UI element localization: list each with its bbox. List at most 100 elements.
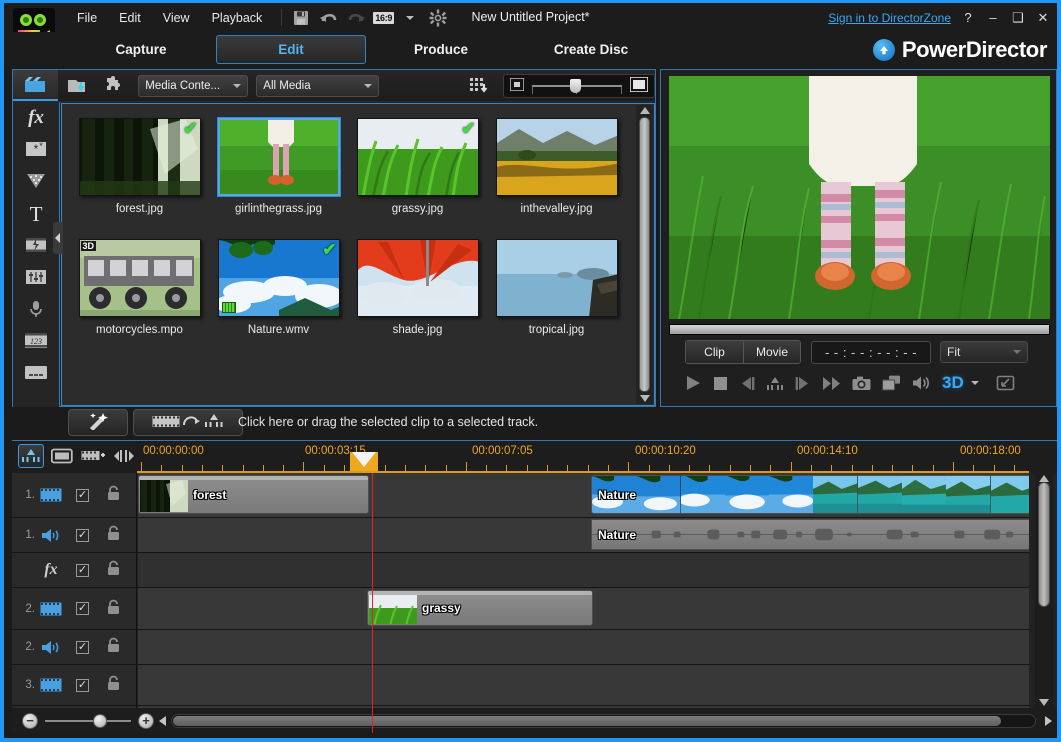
media-item-girlinthegrass[interactable]: girlinthegrass.jpg [209, 112, 348, 215]
thumbnail[interactable] [357, 239, 479, 317]
minimize-button[interactable]: – [985, 10, 1001, 25]
thumbnail[interactable] [218, 118, 340, 196]
media-item-forest[interactable]: ✔ forest.jpg [70, 112, 209, 215]
track-body[interactable]: grassy [138, 588, 1029, 629]
3d-mode-button[interactable]: 3D [942, 373, 964, 393]
small-thumbnail-icon[interactable] [510, 78, 524, 94]
scroll-down-arrow-icon[interactable] [1039, 699, 1049, 706]
undo-icon[interactable] [319, 9, 337, 27]
track-body[interactable] [138, 630, 1029, 664]
timeline-horizontal-scrollbar[interactable] [171, 714, 1036, 728]
play-button[interactable] [685, 375, 702, 391]
slider-knob[interactable] [570, 79, 581, 93]
track-enable-checkbox[interactable]: ✓ [76, 679, 89, 692]
sort-descending-icon[interactable] [463, 73, 495, 99]
thumbnail[interactable]: ✔ [218, 239, 340, 317]
thumbnail[interactable]: ✔ [79, 118, 201, 196]
playhead-marker[interactable] [350, 452, 378, 471]
media-item-nature[interactable]: ✔ Nature.wmv [209, 233, 348, 336]
thumbnail[interactable] [496, 239, 618, 317]
menu-edit[interactable]: Edit [108, 7, 152, 29]
dual-preview-button[interactable] [882, 375, 901, 391]
media-item-motorcycles[interactable]: 3D motorcycles.mpo [70, 233, 209, 336]
save-icon[interactable] [292, 9, 310, 27]
track-enable-checkbox[interactable]: ✓ [76, 529, 89, 542]
sidebar-item-particle-room[interactable] [13, 166, 59, 198]
media-item-grassy[interactable]: ✔ grassy.jpg [348, 112, 487, 215]
scroll-up-arrow-icon[interactable] [640, 107, 650, 114]
menu-file[interactable]: File [66, 7, 108, 29]
gear-icon[interactable] [429, 9, 447, 27]
scrollbar-thumb[interactable] [173, 716, 1001, 726]
library-vertical-scrollbar[interactable] [636, 105, 653, 404]
timeline-view-button[interactable] [18, 444, 44, 468]
sign-in-link[interactable]: Sign in to DirectorZone [828, 11, 951, 25]
timeline-clip-nature-audio[interactable]: Nature [591, 519, 1029, 550]
next-frame-button[interactable] [795, 376, 811, 391]
sidebar-item-effects-room[interactable]: fx [13, 102, 59, 134]
track-manager-button[interactable] [80, 444, 106, 468]
sidebar-item-audio-mixing-room[interactable] [13, 262, 59, 294]
stop-button[interactable] [713, 376, 728, 391]
media-item-shade[interactable]: shade.jpg [348, 233, 487, 336]
scroll-left-arrow-icon[interactable] [159, 716, 166, 726]
lock-icon[interactable] [106, 599, 121, 619]
content-type-dropdown[interactable]: Media Conte... [138, 75, 248, 97]
zoom-in-button[interactable]: + [138, 713, 154, 729]
track-body[interactable]: forest [138, 473, 1029, 517]
snapshot-button[interactable] [852, 376, 871, 391]
tab-capture[interactable]: Capture [66, 36, 216, 63]
thumbnail[interactable] [496, 118, 618, 196]
media-filter-dropdown[interactable]: All Media [256, 75, 378, 97]
magic-tools-button[interactable] [68, 409, 128, 436]
preview-timeline-scrubber[interactable] [669, 324, 1050, 335]
scroll-right-arrow-icon[interactable] [1045, 716, 1052, 726]
timeline-ruler[interactable]: 00:00:00:00 00:00:03:15 00:00:07:05 00:0… [137, 441, 1029, 473]
preview-zoom-dropdown[interactable]: Fit [940, 341, 1028, 363]
movie-mode-button[interactable]: Movie [743, 341, 800, 363]
timecode-display[interactable]: - - : - - : - - : - - [811, 341, 931, 364]
lock-icon[interactable] [106, 560, 121, 580]
chevron-down-icon[interactable] [406, 16, 414, 20]
track-body[interactable]: Nature [138, 518, 1029, 552]
lock-icon[interactable] [106, 675, 121, 695]
zoom-out-button[interactable]: − [22, 713, 38, 729]
timeline-clip-nature[interactable]: Nature [591, 475, 1029, 514]
scrollbar-thumb[interactable] [639, 117, 650, 392]
tab-create-disc[interactable]: Create Disc [516, 36, 666, 63]
menu-view[interactable]: View [152, 7, 201, 29]
plugin-icon[interactable] [98, 73, 130, 99]
fast-forward-button[interactable] [822, 376, 841, 391]
track-enable-checkbox[interactable]: ✓ [76, 602, 89, 615]
sidebar-item-subtitle-room[interactable] [13, 358, 59, 390]
sidebar-item-voice-over-room[interactable] [13, 294, 59, 326]
close-button[interactable]: ✕ [1035, 10, 1051, 26]
media-item-inthevalley[interactable]: inthevalley.jpg [487, 112, 626, 215]
track-body[interactable] [138, 553, 1029, 587]
insert-clip-button[interactable] [133, 409, 243, 436]
previous-frame-button[interactable] [739, 376, 755, 391]
track-enable-checkbox[interactable]: ✓ [76, 564, 89, 577]
scrollbar-thumb[interactable] [1038, 482, 1050, 607]
scroll-up-arrow-icon[interactable] [1039, 475, 1049, 482]
tab-edit[interactable]: Edit [216, 35, 366, 64]
clip-mode-button[interactable]: Clip [686, 341, 743, 363]
media-room-icon[interactable] [13, 70, 58, 101]
preview-video[interactable] [669, 76, 1050, 319]
mark-in-button[interactable] [766, 376, 784, 391]
lock-icon[interactable] [106, 637, 121, 657]
lock-icon[interactable] [106, 485, 121, 505]
volume-button[interactable] [912, 375, 931, 391]
track-enable-checkbox[interactable]: ✓ [76, 641, 89, 654]
media-item-tropical[interactable]: tropical.jpg [487, 233, 626, 336]
track-body[interactable] [138, 665, 1029, 705]
thumbnail[interactable]: 3D [79, 239, 201, 317]
lock-icon[interactable] [106, 525, 121, 545]
large-thumbnail-icon[interactable] [630, 77, 648, 95]
scroll-down-arrow-icon[interactable] [640, 395, 650, 402]
help-button[interactable]: ? [960, 10, 976, 25]
sidebar-item-chapter-room[interactable]: 123 [13, 326, 59, 358]
timeline-clip-grassy[interactable]: grassy [367, 590, 593, 626]
import-media-icon[interactable] [62, 73, 94, 99]
tab-produce[interactable]: Produce [366, 36, 516, 63]
